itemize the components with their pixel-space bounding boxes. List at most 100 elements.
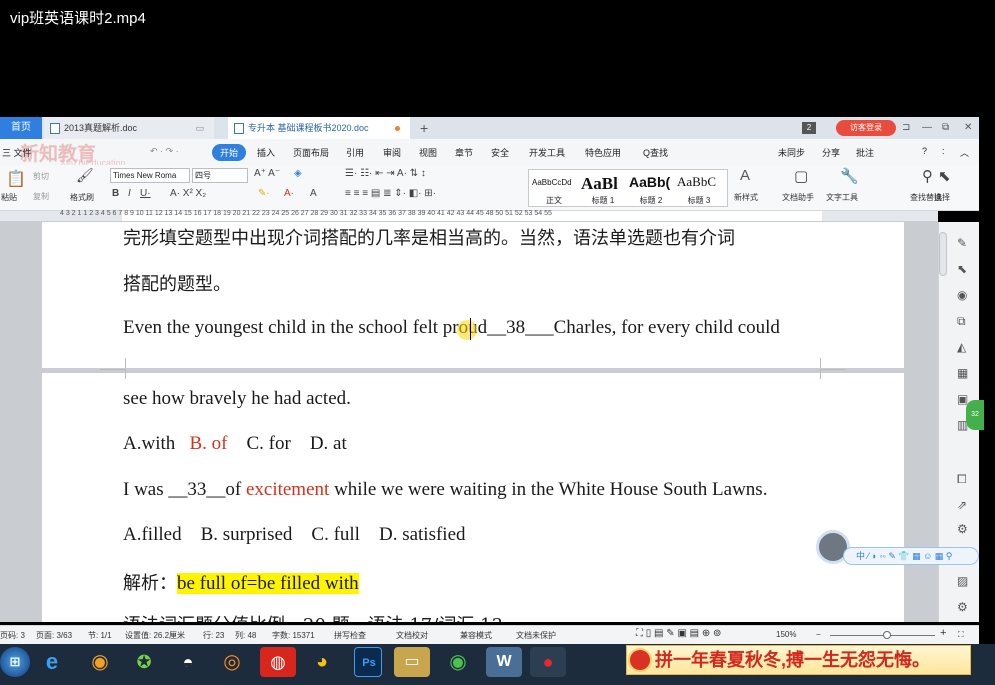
style-heading-2[interactable]: AaBb( 标题 2 bbox=[627, 172, 675, 206]
status-position[interactable]: 设置值: 26.2厘米 bbox=[125, 630, 185, 641]
tab-document-1[interactable]: 2013真题解析.doc ▭ bbox=[44, 117, 214, 139]
status-col[interactable]: 列: 48 bbox=[235, 630, 256, 641]
fullscreen-icon[interactable]: ⛶ bbox=[958, 630, 964, 640]
menu-start[interactable]: 开始 bbox=[212, 144, 247, 161]
doc-text-line[interactable]: Even the youngest child in the school fe… bbox=[123, 317, 780, 339]
protect-status[interactable]: 文档未保护 bbox=[516, 630, 556, 641]
menu-special[interactable]: 特色应用 bbox=[585, 146, 621, 159]
wps-app[interactable]: W bbox=[486, 647, 522, 677]
help-button[interactable]: ? bbox=[922, 146, 927, 156]
spell-check-button[interactable]: 拼写检查 bbox=[334, 630, 366, 641]
zoom-out-button[interactable]: − bbox=[816, 630, 821, 639]
zoom-slider-handle[interactable] bbox=[883, 631, 891, 639]
clear-format-icon[interactable]: ◈ bbox=[294, 168, 302, 179]
recorder-app[interactable]: ● bbox=[530, 647, 566, 677]
font-color-icon[interactable]: A· X² X₂ bbox=[170, 188, 206, 199]
doc-text-line[interactable]: 搭配的题型。 bbox=[123, 270, 231, 296]
close-button[interactable]: ✕ bbox=[964, 117, 972, 139]
collapse-ribbon-icon[interactable]: ︿ bbox=[960, 146, 969, 159]
style-heading-3[interactable]: AaBbC 标题 3 bbox=[675, 172, 723, 206]
cut-button[interactable]: 剪切 bbox=[33, 171, 49, 182]
doc-helper-icon[interactable]: ▢ bbox=[794, 167, 808, 185]
horizontal-ruler[interactable]: 4 3 2 1 1 2 3 4 5 6 7 8 9 10 11 12 13 14… bbox=[0, 210, 938, 222]
italic-icon[interactable]: I bbox=[128, 188, 131, 199]
select-label[interactable]: 选择 bbox=[934, 192, 950, 203]
fill-icon[interactable]: ◭ bbox=[957, 340, 966, 354]
underline-icon[interactable]: U· bbox=[140, 188, 151, 199]
format-painter-label[interactable]: 格式刷 bbox=[70, 192, 94, 203]
bullets-icon[interactable]: ☰· ☷· ⇤ ⇥ A· ⇅ ↕ bbox=[345, 168, 426, 179]
status-page[interactable]: 页码: 3 bbox=[0, 630, 25, 641]
pointer-icon[interactable]: ⬉ bbox=[957, 262, 967, 276]
ie-app[interactable]: e bbox=[34, 647, 70, 677]
highlight-icon[interactable]: ✎· bbox=[258, 188, 270, 199]
360-browser-app[interactable]: ◉ bbox=[440, 647, 476, 677]
shapes-icon[interactable]: ⧉ bbox=[957, 314, 966, 329]
share-icon[interactable]: ⇗ bbox=[957, 498, 967, 512]
share-button[interactable]: 分享 bbox=[822, 146, 840, 159]
pin-icon[interactable]: ⊐ bbox=[902, 117, 910, 139]
style-heading-1[interactable]: AaBl 标题 1 bbox=[579, 172, 627, 206]
paste-icon[interactable]: 📋 bbox=[6, 169, 26, 189]
text-color-icon[interactable]: A· bbox=[284, 188, 294, 199]
compat-mode[interactable]: 兼容模式 bbox=[460, 630, 492, 641]
status-row[interactable]: 行: 23 bbox=[203, 630, 224, 641]
align-icons[interactable]: ≡ ≡ ≡ ▤ ≣ ⇕· ◧· ⊞· bbox=[345, 188, 436, 199]
pen-icon[interactable]: ✎ bbox=[957, 236, 967, 250]
doc-text-line[interactable]: see how bravely he had acted. bbox=[123, 388, 351, 410]
menu-references[interactable]: 引用 bbox=[346, 146, 364, 159]
doc-helper-label[interactable]: 文档助手 bbox=[782, 192, 814, 203]
add-tab-button[interactable]: + bbox=[420, 117, 428, 139]
status-section[interactable]: 节: 1/1 bbox=[88, 630, 112, 641]
image-icon[interactable]: ▨ bbox=[957, 574, 968, 588]
view-mode-icons[interactable]: ⛶ ▯ ▤ ✎ ▣ ▤ ⊕ ⊚ bbox=[636, 628, 721, 639]
gear-icon[interactable]: ⚙ bbox=[957, 600, 968, 614]
comment-button[interactable]: 批注 bbox=[856, 146, 874, 159]
status-pages[interactable]: 页面: 3/63 bbox=[36, 630, 72, 641]
select-cursor-icon[interactable]: ⬉ bbox=[938, 167, 951, 185]
char-shading-icon[interactable]: A bbox=[310, 188, 317, 199]
answer-options-33[interactable]: A.filled B. surprised C. full D. satisfi… bbox=[123, 524, 466, 546]
ime-toolbar[interactable]: 中 ⁄ ◗ ◦◦ ✎ 👕 ▦ ☺ ▦ ⚲ bbox=[843, 547, 979, 565]
analysis-line[interactable]: 解析：be full of=be filled with bbox=[123, 569, 359, 595]
menu-find[interactable]: Q查找 bbox=[643, 146, 668, 159]
copy-icon[interactable]: ⧠ bbox=[957, 472, 967, 487]
question-33[interactable]: I was __33__of excitement while we were … bbox=[123, 479, 767, 501]
settings-icon[interactable]: ⚙ bbox=[957, 522, 968, 536]
chrome-app[interactable]: ◕ bbox=[304, 647, 340, 677]
style-normal[interactable]: AaBbCcDd 正文 bbox=[530, 172, 578, 206]
text-tools-label[interactable]: 文字工具 bbox=[826, 192, 858, 203]
vertical-scrollbar-thumb[interactable] bbox=[939, 232, 947, 276]
firefox-app[interactable]: ◎ bbox=[214, 647, 250, 677]
doc-text-line[interactable]: 完形填空题型中出现介词搭配的几率是相当高的。当然，语法单选题也有介词 bbox=[123, 224, 735, 250]
menu-page-layout[interactable]: 页面布局 bbox=[293, 146, 329, 159]
new-style-label[interactable]: 新样式 bbox=[734, 192, 758, 203]
font-name-select[interactable]: Times New Roma bbox=[110, 168, 190, 183]
proofread-button[interactable]: 文档校对 bbox=[396, 630, 428, 641]
paste-label[interactable]: 粘贴 bbox=[1, 192, 17, 203]
qq-app[interactable]: ◓ bbox=[170, 647, 206, 677]
grow-font-icon[interactable]: A⁺ A⁻ bbox=[254, 168, 280, 179]
tab-close-icon[interactable]: ▭ bbox=[195, 117, 204, 139]
text-tools-icon[interactable]: 🔧 bbox=[840, 167, 859, 185]
minimize-button[interactable]: — bbox=[922, 117, 932, 139]
location-icon[interactable]: ◉ bbox=[957, 288, 967, 302]
wechat-app[interactable]: ✪ bbox=[126, 647, 162, 677]
doc-text-line[interactable]: 语法词汇题分值比例，20 题，语法 17/词汇 13 bbox=[123, 611, 503, 622]
bold-icon[interactable]: B bbox=[112, 188, 119, 199]
copy-button[interactable]: 复制 bbox=[33, 191, 49, 202]
menu-insert[interactable]: 插入 bbox=[257, 146, 275, 159]
menu-developer[interactable]: 开发工具 bbox=[529, 146, 565, 159]
photoshop-app[interactable]: Ps bbox=[354, 647, 382, 677]
zoom-level[interactable]: 150% bbox=[776, 630, 796, 639]
notification-badge[interactable]: 32 bbox=[966, 400, 984, 430]
new-style-icon[interactable]: A bbox=[740, 167, 750, 184]
font-size-select[interactable]: 四号 bbox=[192, 168, 248, 183]
menu-security[interactable]: 安全 bbox=[491, 146, 509, 159]
restore-button[interactable]: ⧉ bbox=[942, 117, 949, 139]
explorer-app[interactable]: ▭ bbox=[394, 647, 430, 677]
netease-music-app[interactable]: ◍ bbox=[260, 647, 296, 677]
menu-review[interactable]: 审阅 bbox=[383, 146, 401, 159]
answer-options-38[interactable]: A.with B. of C. for D. at bbox=[123, 433, 347, 455]
wifi-app[interactable]: ◉ bbox=[82, 647, 118, 677]
